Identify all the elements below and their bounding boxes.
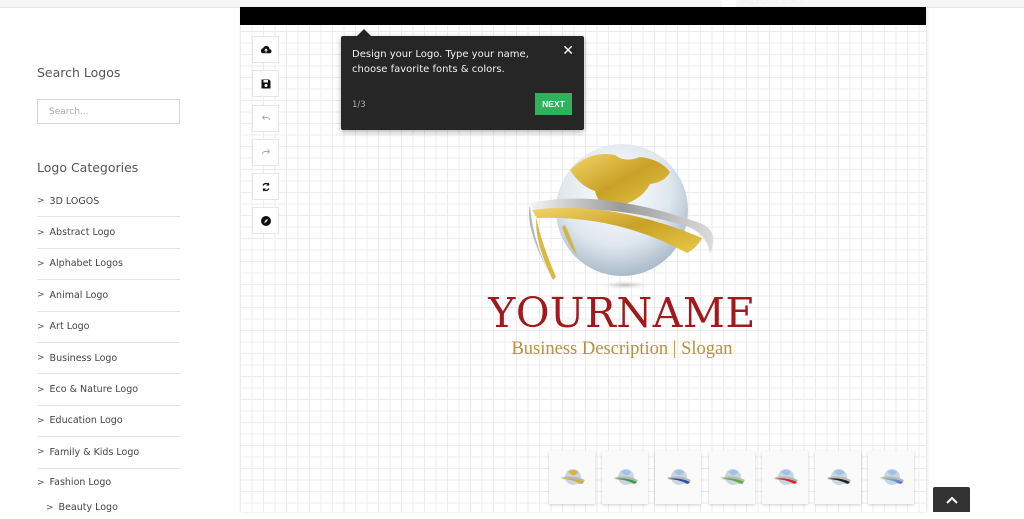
categories-heading: Logo Categories [37,160,139,175]
scroll-to-top-button[interactable] [933,487,970,512]
globe-logo-icon [772,468,798,485]
chevron-right-icon: > [37,384,45,395]
category-item[interactable]: >3D LOGOS [37,186,180,218]
color-variant-gold[interactable] [549,451,595,504]
color-variant-blue[interactable] [655,451,702,504]
undo-button[interactable] [252,105,279,132]
chevron-right-icon: > [37,321,45,332]
chevron-right-icon: > [37,477,45,488]
chevron-up-icon [945,496,958,504]
category-item[interactable]: > Education Logo [37,406,180,438]
color-variant-green-blue[interactable] [602,451,649,504]
chevron-right-icon: > [37,196,45,207]
chevron-right-icon: > [37,227,45,238]
category-item[interactable]: > Eco & Nature Logo [37,374,180,406]
color-variant-black[interactable] [815,451,861,504]
category-label: Family & Kids Logo [49,446,140,458]
globe-logo-icon [719,468,745,485]
color-variant-rainbow[interactable] [868,451,915,504]
compass-button[interactable] [252,207,279,234]
close-icon[interactable]: ✕ [562,44,574,58]
chevron-right-icon: > [37,290,45,301]
cloud-upload-icon [260,45,271,53]
category-label: Alphabet Logos [49,258,123,270]
refresh-icon [261,182,270,191]
subcategory-label: Beauty Logo [58,502,118,514]
search-heading: Search Logos [37,65,121,80]
category-label: Business Logo [49,352,118,364]
category-item[interactable]: > Abstract Logo [37,217,180,249]
category-label: Abstract Logo [49,227,116,239]
globe-logo-icon [560,468,585,485]
globe-logo-icon [666,468,692,485]
category-item[interactable]: > Fashion Logo [37,469,180,497]
color-variant-green[interactable] [708,451,755,504]
globe-logo-icon [613,468,639,485]
logo-name-text[interactable]: YOURNAME [472,289,772,337]
tour-popover: Design your Logo. Type your name, choose… [341,36,584,130]
category-label: Eco & Nature Logo [49,384,139,396]
category-label: Fashion Logo [49,477,112,489]
category-list: >3D LOGOS > Abstract Logo > Alphabet Logos… [37,186,180,519]
upload-button[interactable] [252,36,279,63]
category-item[interactable]: > Family & Kids Logo [37,437,180,469]
chevron-right-icon: > [46,502,54,513]
subcategory-item[interactable]: > Beauty Logo [37,497,180,519]
save-icon [261,79,270,88]
compass-icon [260,215,271,226]
category-item[interactable]: > Animal Logo [37,280,180,312]
redo-icon [261,148,270,154]
add-text-tab[interactable]: ADD TEXT [742,0,806,7]
chevron-right-icon: > [37,353,45,364]
globe-logo-icon [879,468,905,485]
globe-logo-icon [826,468,851,485]
category-label: Animal Logo [49,289,109,301]
category-label: Education Logo [49,415,123,427]
next-button[interactable]: NEXT [535,93,572,115]
chevron-right-icon: > [37,258,45,269]
category-item[interactable]: > Alphabet Logos [37,249,180,281]
tour-step-counter: 1/3 [352,100,366,110]
chevron-right-icon: > [37,447,45,458]
category-item[interactable]: > Business Logo [37,343,180,375]
undo-icon [261,114,270,120]
save-button[interactable] [252,70,279,97]
tour-text: Design your Logo. Type your name, choose… [352,49,529,75]
category-label: Art Logo [49,321,90,333]
editor-top-bar [240,7,926,25]
category-label: 3D LOGOS [49,195,100,207]
refresh-button[interactable] [252,173,279,200]
search-input[interactable] [37,99,180,124]
tour-arrow [357,29,371,36]
add-text-icon[interactable] [722,0,736,7]
redo-button[interactable] [252,139,279,166]
color-variant-red[interactable] [761,451,808,504]
chevron-right-icon: > [37,415,45,426]
logo-slogan-text[interactable]: Business Description | Slogan [472,339,772,360]
category-item[interactable]: > Art Logo [37,312,180,343]
